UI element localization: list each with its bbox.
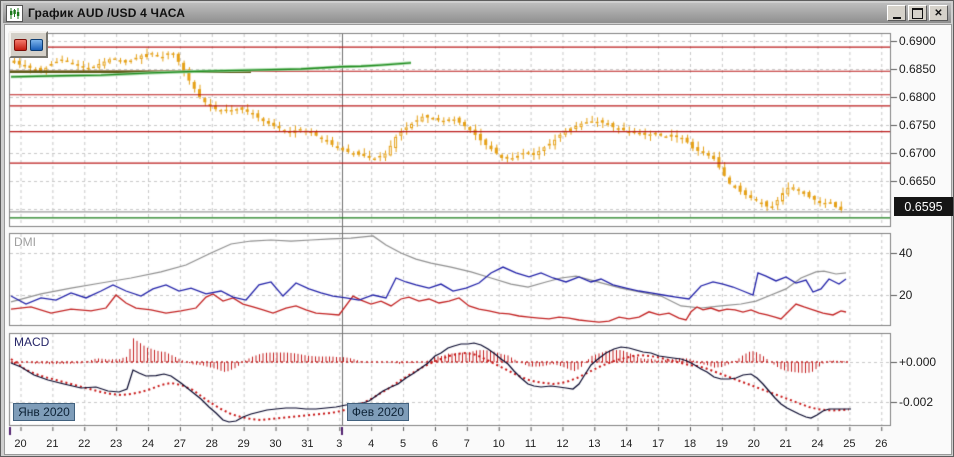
macd-panel-label: MACD	[14, 335, 49, 349]
x-axis-label: 13	[588, 438, 600, 450]
price-tick-label: 0.6900	[899, 34, 936, 48]
x-axis-label: 7	[464, 438, 470, 450]
x-axis-label: 26	[875, 438, 887, 450]
x-axis-label: 19	[716, 438, 728, 450]
x-axis-label: 10	[493, 438, 505, 450]
dmi-panel-label: DMI	[14, 235, 36, 249]
x-axis-label: 28	[206, 438, 218, 450]
price-tick-label: 0.6800	[899, 90, 936, 104]
x-axis-label: 20	[748, 438, 760, 450]
x-axis-label: 31	[301, 438, 313, 450]
x-axis-label: 14	[620, 438, 632, 450]
x-axis-label: 21	[46, 438, 58, 450]
chart-canvas[interactable]	[1, 1, 954, 457]
red-marker-button[interactable]	[14, 39, 27, 51]
price-tick-label: 0.6700	[899, 146, 936, 160]
x-axis-label: 24	[142, 438, 154, 450]
chart-window: График AUD /USD 4 ЧАСА ✕ DMI MACD Янв 20…	[0, 0, 954, 457]
x-axis-label: 5	[400, 438, 406, 450]
x-axis-label: 3	[336, 438, 342, 450]
x-axis-label: 18	[684, 438, 696, 450]
x-axis-label: 12	[556, 438, 568, 450]
x-axis-label: 6	[432, 438, 438, 450]
x-axis-label: 17	[652, 438, 664, 450]
current-price-badge: 0.6595	[894, 197, 953, 216]
x-axis-label: 29	[238, 438, 250, 450]
price-tick-label: 0.6750	[899, 118, 936, 132]
x-axis-label: 21	[779, 438, 791, 450]
x-axis-label: 11	[525, 438, 536, 450]
price-tick-label: 0.6650	[899, 174, 936, 188]
month-label-jan: Янв 2020	[13, 403, 75, 421]
blue-marker-button[interactable]	[30, 39, 43, 51]
x-axis-label: 22	[78, 438, 90, 450]
macd-tick-label: +0.000	[899, 355, 936, 369]
x-axis-label: 4	[368, 438, 374, 450]
x-axis-label: 27	[174, 438, 186, 450]
price-tick-label: 0.6850	[899, 62, 936, 76]
month-label-feb: Фев 2020	[347, 403, 409, 421]
x-axis-label: 23	[110, 438, 122, 450]
x-axis-label: 20	[14, 438, 26, 450]
chart-toolbar	[9, 31, 48, 58]
dmi-tick-label: 40	[899, 246, 912, 260]
x-axis-label: 25	[843, 438, 855, 450]
x-axis-label: 30	[269, 438, 281, 450]
dmi-tick-label: 20	[899, 288, 912, 302]
macd-tick-label: -0.002	[899, 395, 933, 409]
x-axis-label: 24	[811, 438, 823, 450]
